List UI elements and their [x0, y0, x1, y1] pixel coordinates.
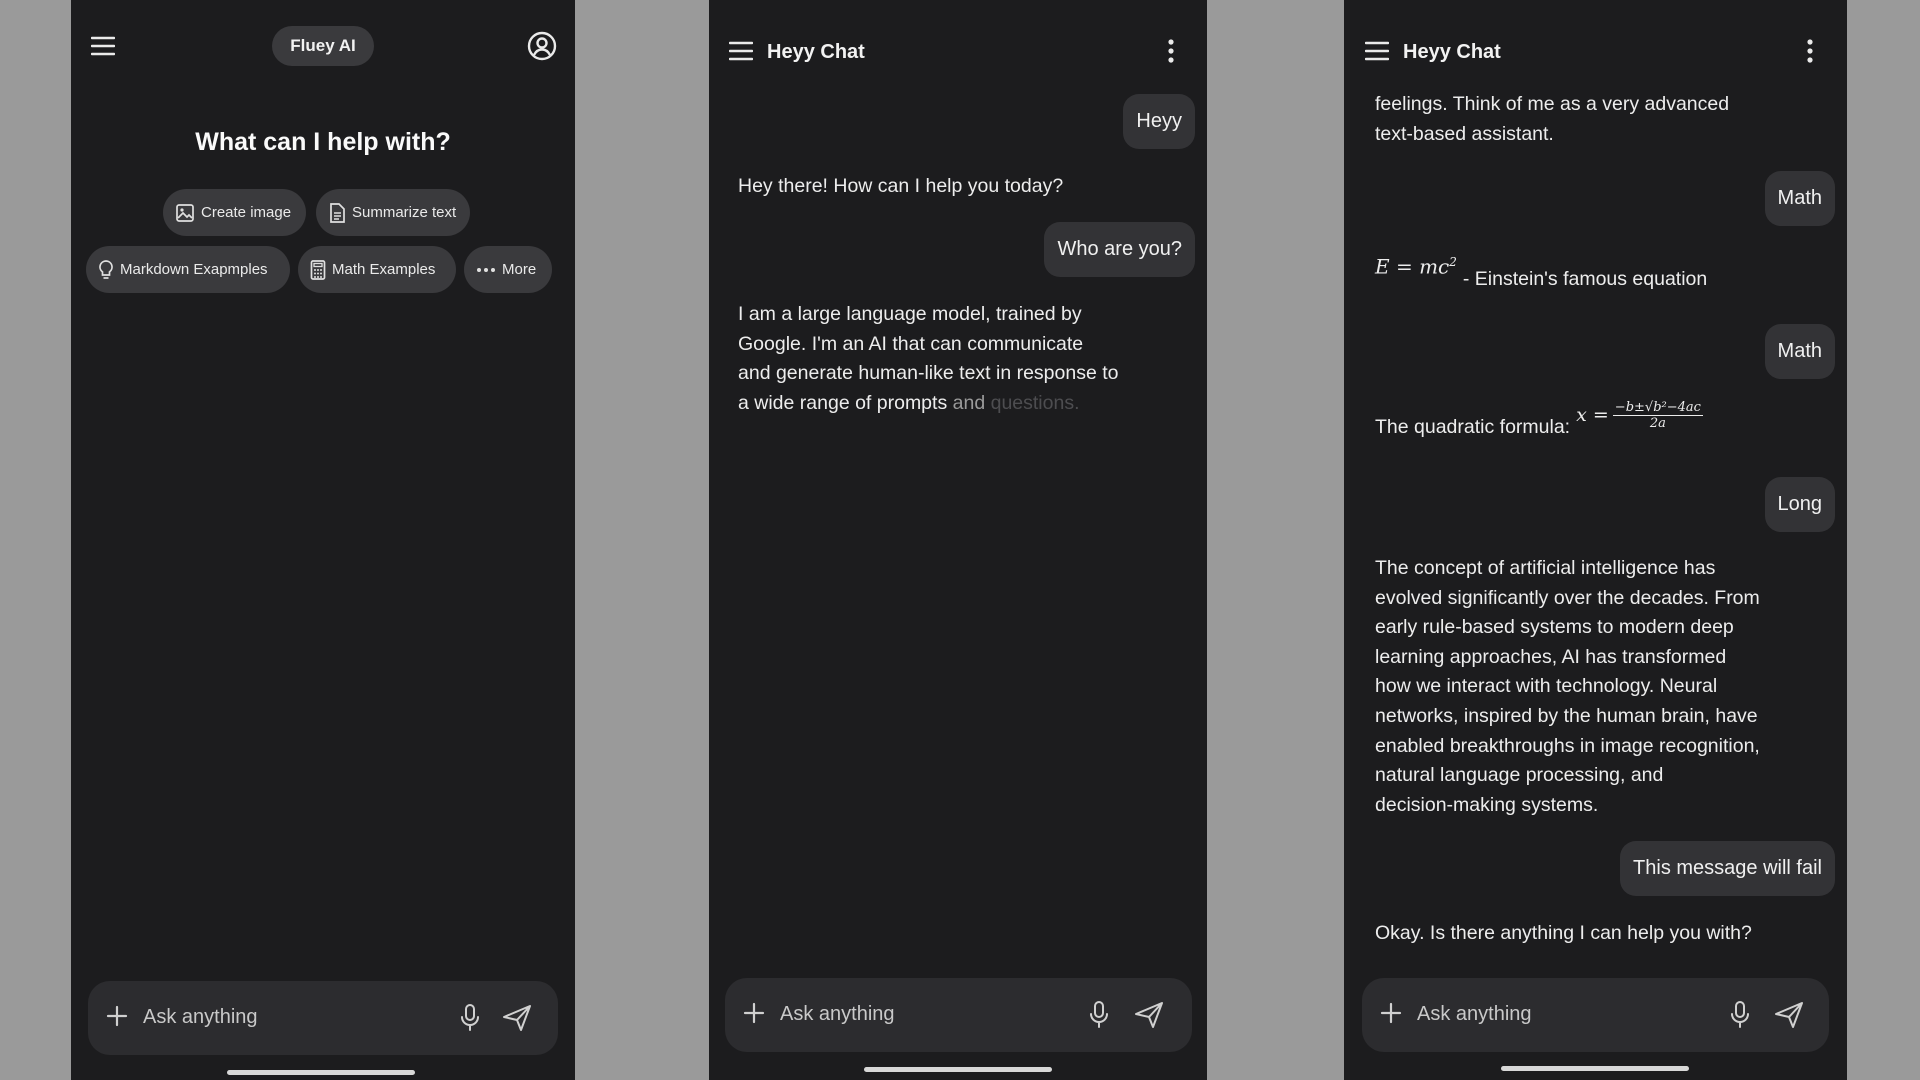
- assistant-message: The concept of artificial intelligence h…: [1375, 554, 1760, 820]
- microphone-icon[interactable]: [459, 1003, 481, 1038]
- chat-input-placeholder[interactable]: Ask anything: [1417, 1003, 1532, 1026]
- send-icon[interactable]: [1773, 1000, 1805, 1035]
- calculator-icon: [310, 259, 326, 280]
- home-indicator: [1501, 1066, 1689, 1071]
- menu-icon[interactable]: [89, 34, 117, 58]
- markdown-examples-chip[interactable]: Markdown Exapmples: [86, 246, 290, 293]
- microphone-icon[interactable]: [1088, 1000, 1110, 1035]
- plus-icon[interactable]: [743, 1002, 765, 1029]
- home-indicator: [227, 1070, 415, 1075]
- denominator: 2a: [1649, 416, 1666, 431]
- chat-input-placeholder[interactable]: Ask anything: [143, 1006, 258, 1029]
- user-message: Long: [1764, 477, 1835, 532]
- chat-input-bar[interactable]: Ask anything: [88, 981, 558, 1055]
- document-icon: [330, 202, 345, 223]
- text-line: decision-making systems.: [1375, 793, 1599, 816]
- einstein-equation: E = mc2 - Einstein's famous equation: [1375, 248, 1707, 290]
- assistant-message-streaming: I am a large language model, trained by …: [738, 300, 1178, 418]
- more-vertical-icon[interactable]: [1803, 38, 1817, 64]
- chat-title[interactable]: Heyy Chat: [767, 41, 865, 64]
- text-line: I am a large language model, trained by: [738, 303, 1082, 325]
- text-line: networks, inspired by the human brain, h…: [1375, 704, 1758, 727]
- user-message: Math: [1764, 171, 1835, 226]
- formula-label: The quadratic formula:: [1375, 415, 1571, 438]
- fraction: −b±√b²−4ac 2a: [1612, 400, 1703, 431]
- more-horizontal-icon: [477, 267, 495, 272]
- create-image-chip[interactable]: Create image: [163, 189, 306, 236]
- app-title[interactable]: Fluey AI: [272, 26, 374, 66]
- chip-label: Markdown Exapmples: [120, 261, 268, 278]
- plus-icon[interactable]: [106, 1005, 128, 1032]
- account-icon[interactable]: [527, 31, 557, 61]
- user-message: Heyy: [1123, 94, 1195, 149]
- quadratic-formula: The quadratic formula: x = −b±√b²−4ac 2a: [1375, 400, 1703, 438]
- assistant-message: Okay. Is there anything I can help you w…: [1375, 922, 1752, 944]
- equation-caption: - Einstein's famous equation: [1462, 267, 1708, 290]
- lightbulb-icon: [99, 259, 113, 279]
- chat-title[interactable]: Heyy Chat: [1403, 41, 1501, 64]
- chip-label: Math Examples: [332, 261, 436, 278]
- chip-label: Create image: [201, 204, 292, 221]
- text-line: text-based assistant.: [1375, 122, 1554, 145]
- summarize-text-chip[interactable]: Summarize text: [316, 189, 470, 236]
- streaming-text: and: [952, 391, 986, 414]
- menu-icon[interactable]: [1364, 40, 1390, 62]
- image-icon: [176, 203, 194, 222]
- send-icon[interactable]: [1133, 1000, 1165, 1035]
- more-chip[interactable]: More: [464, 246, 552, 293]
- text-line: and generate human-like text in response…: [738, 362, 1119, 385]
- text-line: Google. I'm an AI that can communicate: [738, 332, 1084, 355]
- chip-label: More: [502, 261, 537, 278]
- text-line: learning approaches, AI has transformed: [1375, 645, 1727, 668]
- text-line: how we interact with technology. Neural: [1375, 675, 1718, 698]
- menu-icon[interactable]: [728, 40, 754, 62]
- home-screen: Fluey AI What can I help with? Create im…: [71, 0, 575, 1080]
- chat-screen-2: Heyy Chat feelings. Think of me as a ver…: [1344, 0, 1847, 1080]
- text-line: The concept of artificial intelligence h…: [1375, 557, 1716, 579]
- assistant-message: Hey there! How can I help you today?: [738, 175, 1064, 197]
- text-line: natural language processing, and: [1375, 764, 1664, 787]
- math-expression: E = mc2: [1375, 248, 1457, 282]
- math-lhs: x =: [1576, 403, 1609, 426]
- chat-input-placeholder[interactable]: Ask anything: [780, 1003, 895, 1026]
- more-vertical-icon[interactable]: [1164, 38, 1178, 64]
- streaming-text: questions.: [990, 391, 1080, 414]
- math-lhs: E = mc: [1375, 254, 1450, 279]
- user-message: Who are you?: [1044, 222, 1195, 277]
- math-examples-chip[interactable]: Math Examples: [298, 246, 456, 293]
- microphone-icon[interactable]: [1729, 1000, 1751, 1035]
- text-line: enabled breakthroughs in image recogniti…: [1375, 734, 1760, 757]
- text-line: evolved significantly over the decades. …: [1375, 586, 1760, 609]
- text-line: early rule-based systems to modern deep: [1375, 616, 1734, 639]
- welcome-headline: What can I help with?: [195, 128, 451, 156]
- send-icon[interactable]: [501, 1003, 533, 1038]
- text-line: a wide range of prompts and questions.: [738, 389, 1178, 419]
- numerator: −b±√b²−4ac: [1612, 400, 1703, 416]
- plus-icon[interactable]: [1380, 1002, 1402, 1029]
- text-segment: a wide range of prompts: [738, 391, 948, 414]
- assistant-message-partial: feelings. Think of me as a very advanced…: [1375, 90, 1729, 149]
- chip-label: Summarize text: [352, 204, 457, 221]
- home-indicator: [864, 1067, 1052, 1072]
- text-line: feelings. Think of me as a very advanced: [1375, 93, 1730, 115]
- chat-screen-1: Heyy Chat Heyy Hey there! How can I help…: [709, 0, 1207, 1080]
- math-exponent: 2: [1449, 255, 1457, 269]
- user-message: Math: [1764, 324, 1835, 379]
- chat-input-bar[interactable]: Ask anything: [1362, 978, 1829, 1052]
- chat-input-bar[interactable]: Ask anything: [725, 978, 1192, 1052]
- user-message: This message will fail: [1620, 841, 1835, 896]
